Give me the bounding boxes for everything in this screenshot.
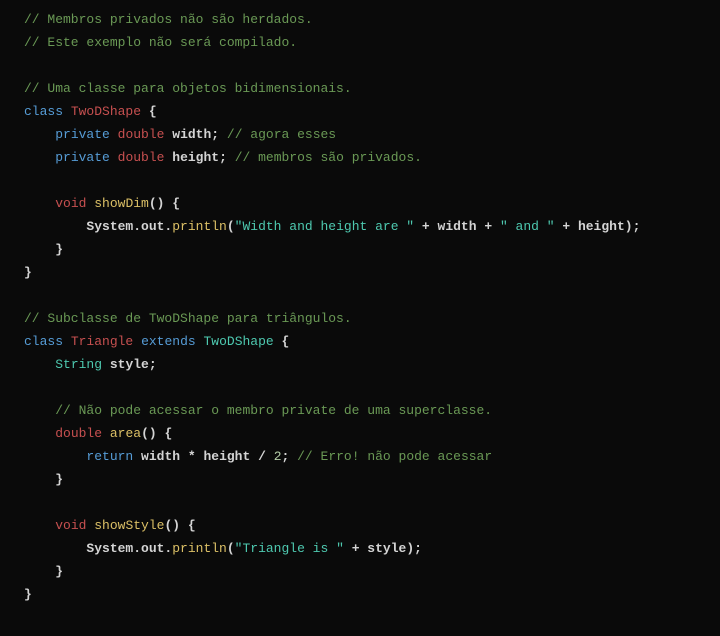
method-name: showStyle — [94, 518, 164, 533]
code-block: // Membros privados não são herdados. //… — [0, 8, 720, 606]
paren: ( — [227, 541, 235, 556]
comment: // Subclasse de TwoDShape para triângulo… — [24, 311, 352, 326]
comment: // Uma classe para objetos bidimensionai… — [24, 81, 352, 96]
identifier: height — [578, 219, 625, 234]
classname: Triangle — [71, 334, 133, 349]
operator: + — [344, 541, 367, 556]
identifier: height — [203, 449, 250, 464]
paren-brace: () { — [164, 518, 195, 533]
comment: // Membros privados não são herdados. — [24, 12, 313, 27]
brace: { — [274, 334, 290, 349]
paren-semi: ); — [625, 219, 641, 234]
string-literal: " and " — [500, 219, 555, 234]
identifier: width — [438, 219, 477, 234]
type-double: double — [55, 426, 102, 441]
identifier: width — [141, 449, 180, 464]
operator: + — [555, 219, 578, 234]
type-string: String — [55, 357, 102, 372]
system-out: System.out. — [86, 541, 172, 556]
comment: // Erro! não pode acessar — [289, 449, 492, 464]
brace: } — [24, 587, 32, 602]
keyword-class: class — [24, 334, 63, 349]
comment: // Este exemplo não será compilado. — [24, 35, 297, 50]
type-double: double — [118, 127, 165, 142]
method-name: showDim — [94, 196, 149, 211]
identifier: style — [367, 541, 406, 556]
number-literal: 2 — [274, 449, 282, 464]
keyword-void: void — [55, 518, 86, 533]
identifier: style — [110, 357, 149, 372]
system-out: System.out. — [86, 219, 172, 234]
brace: } — [55, 242, 63, 257]
brace: { — [141, 104, 157, 119]
classname-ref: TwoDShape — [203, 334, 273, 349]
identifier: width — [172, 127, 211, 142]
operator: / — [250, 449, 273, 464]
paren: ( — [227, 219, 235, 234]
comment: // agora esses — [219, 127, 336, 142]
comment: // membros são privados. — [227, 150, 422, 165]
keyword-private: private — [55, 150, 110, 165]
paren-brace: () { — [149, 196, 180, 211]
semicolon: ; — [219, 150, 227, 165]
type-double: double — [118, 150, 165, 165]
keyword-private: private — [55, 127, 110, 142]
brace: } — [55, 564, 63, 579]
brace: } — [24, 265, 32, 280]
println: println — [172, 541, 227, 556]
operator: * — [180, 449, 203, 464]
paren-brace: () { — [141, 426, 172, 441]
paren-semi: ); — [406, 541, 422, 556]
string-literal: "Triangle is " — [235, 541, 344, 556]
identifier: height — [172, 150, 219, 165]
keyword-return: return — [86, 449, 133, 464]
method-name: area — [110, 426, 141, 441]
brace: } — [55, 472, 63, 487]
comment: // Não pode acessar o membro private de … — [55, 403, 492, 418]
semicolon: ; — [211, 127, 219, 142]
operator: + — [477, 219, 500, 234]
println: println — [172, 219, 227, 234]
string-literal: "Width and height are " — [235, 219, 414, 234]
classname: TwoDShape — [71, 104, 141, 119]
keyword-class: class — [24, 104, 63, 119]
keyword-extends: extends — [141, 334, 196, 349]
keyword-void: void — [55, 196, 86, 211]
semicolon: ; — [149, 357, 157, 372]
operator: + — [414, 219, 437, 234]
